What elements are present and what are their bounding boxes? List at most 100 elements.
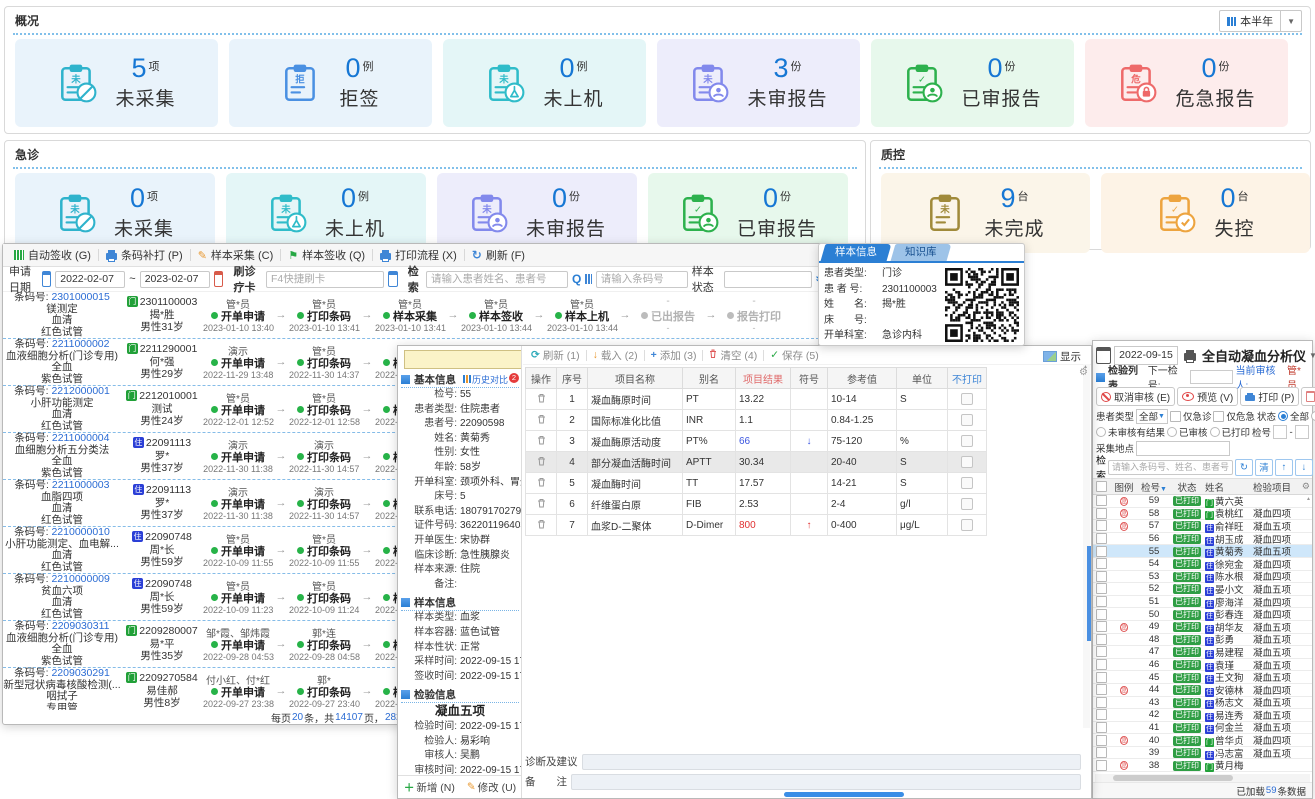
status-unreviewed-result-radio[interactable] [1096, 427, 1106, 437]
date-from-input[interactable] [55, 271, 125, 288]
refresh-results-button[interactable]: ⟳刷新 (1) [525, 348, 586, 363]
barcode-link[interactable]: 2211000002 [52, 338, 110, 350]
barcode-search-input[interactable] [596, 271, 688, 288]
clear-results-button[interactable]: 清空 (4) [703, 348, 763, 363]
preview-button[interactable]: 预览 (V) [1177, 387, 1238, 406]
add-result-button[interactable]: +添加 (3) [645, 348, 703, 363]
remark-input[interactable] [571, 774, 1081, 790]
delete-cell[interactable] [526, 515, 557, 536]
status-unreviewed-radio[interactable] [1311, 411, 1315, 421]
noprint-checkbox[interactable] [961, 456, 973, 468]
print-flow-button[interactable]: 打印流程 (X) [373, 247, 464, 263]
delete-cell[interactable] [526, 431, 557, 452]
noprint-cell[interactable] [948, 473, 987, 494]
down-arrow-button[interactable]: ↓ [1295, 459, 1313, 476]
instrument-search-input[interactable] [1108, 460, 1233, 475]
search-icon[interactable]: Q [572, 272, 581, 286]
noprint-checkbox[interactable] [961, 519, 973, 531]
barcode-link[interactable]: 2212000001 [51, 385, 109, 397]
status-reviewed-radio[interactable] [1167, 427, 1177, 437]
sample-signin-button[interactable]: ⚑样本签收 (Q) [281, 247, 372, 263]
row-checkbox[interactable] [1096, 546, 1107, 557]
result-row[interactable]: 4部分凝血活酶时间APTT30.3420-40S [526, 452, 987, 473]
horizontal-scrollbar[interactable] [1095, 774, 1310, 782]
sample-row[interactable]: 条码号: 2301000015镁测定血清红色试管门2301100003揭*胜男性… [3, 292, 829, 339]
scrollbar-thumb[interactable] [1113, 775, 1233, 781]
instrument-row[interactable]: 急38已打印门黄月梅 [1093, 759, 1312, 772]
barcode-link[interactable]: 2210000009 [51, 573, 109, 585]
barcode-scan-input[interactable] [404, 350, 522, 369]
noprint-cell[interactable] [948, 431, 987, 452]
result-row[interactable]: 7血浆D-二聚体D-Dimer800↑0-400μg/L [526, 515, 987, 536]
sample-status-input[interactable] [724, 271, 812, 288]
row-checkbox[interactable] [1096, 596, 1107, 607]
delete-cell[interactable] [526, 494, 557, 515]
history-compare-link[interactable]: 历史对比 2 [463, 373, 519, 386]
row-checkbox[interactable] [1096, 672, 1107, 683]
barcode-link[interactable]: 2209030311 [52, 620, 110, 632]
barcode-link[interactable]: 2209030291 [51, 667, 109, 679]
barcode-reprint-button[interactable]: 条码补打 (P) [99, 247, 190, 263]
tab-knowledge-base[interactable]: 知识库 [891, 244, 951, 261]
status-printed-radio[interactable] [1210, 427, 1220, 437]
result-row[interactable]: 2国际标准化比值INR1.10.84-1.25 [526, 410, 987, 431]
row-checkbox[interactable] [1096, 621, 1107, 632]
emergency-only-checkbox[interactable] [1170, 411, 1181, 422]
row-checkbox[interactable] [1096, 495, 1107, 506]
row-checkbox[interactable] [1096, 747, 1107, 758]
noprint-checkbox[interactable] [961, 498, 973, 510]
delete-cell[interactable] [526, 389, 557, 410]
delete-button[interactable]: 删除 (D) [1301, 387, 1315, 406]
row-checkbox[interactable] [1096, 558, 1107, 569]
noprint-cell[interactable] [948, 410, 987, 431]
noprint-cell[interactable] [948, 389, 987, 410]
instrument-row[interactable]: 39已打印住冯志富凝血五项 [1093, 747, 1312, 760]
result-row[interactable]: 3凝血酶原活动度PT%66↓75-120% [526, 431, 987, 452]
period-caret-button[interactable]: ▼ [1281, 10, 1302, 32]
noprint-checkbox[interactable] [961, 414, 973, 426]
row-checkbox[interactable] [1096, 508, 1107, 519]
refresh-button[interactable]: ↻刷新 (F) [465, 247, 532, 263]
resize-handle[interactable] [784, 792, 904, 797]
load-results-button[interactable]: ↓载入 (2) [587, 348, 644, 363]
result-row[interactable]: 5凝血酶时间TT17.5714-21S [526, 473, 987, 494]
row-checkbox[interactable] [1096, 735, 1107, 746]
column-gear-icon[interactable]: ⚙ [1302, 481, 1310, 492]
delete-cell[interactable] [526, 410, 557, 431]
delete-cell[interactable] [526, 452, 557, 473]
result-row[interactable]: 1凝血酶原时间PT13.2210-14S [526, 389, 987, 410]
row-checkbox[interactable] [1096, 609, 1107, 620]
period-button[interactable]: 本半年 [1219, 10, 1281, 32]
row-checkbox[interactable] [1096, 520, 1107, 531]
card-swipe-input[interactable] [266, 271, 384, 288]
row-checkbox[interactable] [1096, 646, 1107, 657]
diagnosis-input[interactable] [582, 754, 1082, 770]
barcode-link[interactable]: 2210000010 [51, 526, 109, 538]
row-checkbox[interactable] [1096, 722, 1107, 733]
row-checkbox[interactable] [1096, 760, 1107, 771]
row-checkbox[interactable] [1096, 533, 1107, 544]
critical-only-checkbox[interactable] [1213, 411, 1224, 422]
patient-search-input[interactable] [426, 271, 568, 288]
add-record-button[interactable]: ＋新增 (N) [404, 780, 455, 795]
save-results-button[interactable]: ✓保存 (5) [764, 348, 825, 363]
row-checkbox[interactable] [1096, 709, 1107, 720]
barcode-link[interactable]: 2211000004 [52, 432, 110, 444]
edit-record-button[interactable]: ✎修改 (U) [467, 780, 516, 795]
noprint-cell[interactable] [948, 452, 987, 473]
refresh-icon[interactable]: ↻ [1235, 459, 1253, 476]
date-to-input[interactable] [140, 271, 210, 288]
auto-signin-button[interactable]: 自动签收 (G) [7, 247, 98, 263]
row-checkbox[interactable] [1096, 684, 1107, 695]
barcode-link[interactable]: 2301000015 [51, 292, 109, 303]
result-row[interactable]: 6纤维蛋白原FIB2.532-4g/l [526, 494, 987, 515]
status-all-radio[interactable] [1278, 411, 1288, 421]
noprint-checkbox[interactable] [961, 477, 973, 489]
row-checkbox[interactable] [1096, 659, 1107, 670]
row-checkbox[interactable] [1096, 634, 1107, 645]
scroll-up-icon[interactable]: ▲ [1306, 496, 1311, 502]
gear-icon[interactable]: ⚙ [1079, 367, 1088, 378]
print-button[interactable]: 打印 (P) [1240, 387, 1299, 406]
noprint-cell[interactable] [948, 515, 987, 536]
noprint-checkbox[interactable] [961, 435, 973, 447]
